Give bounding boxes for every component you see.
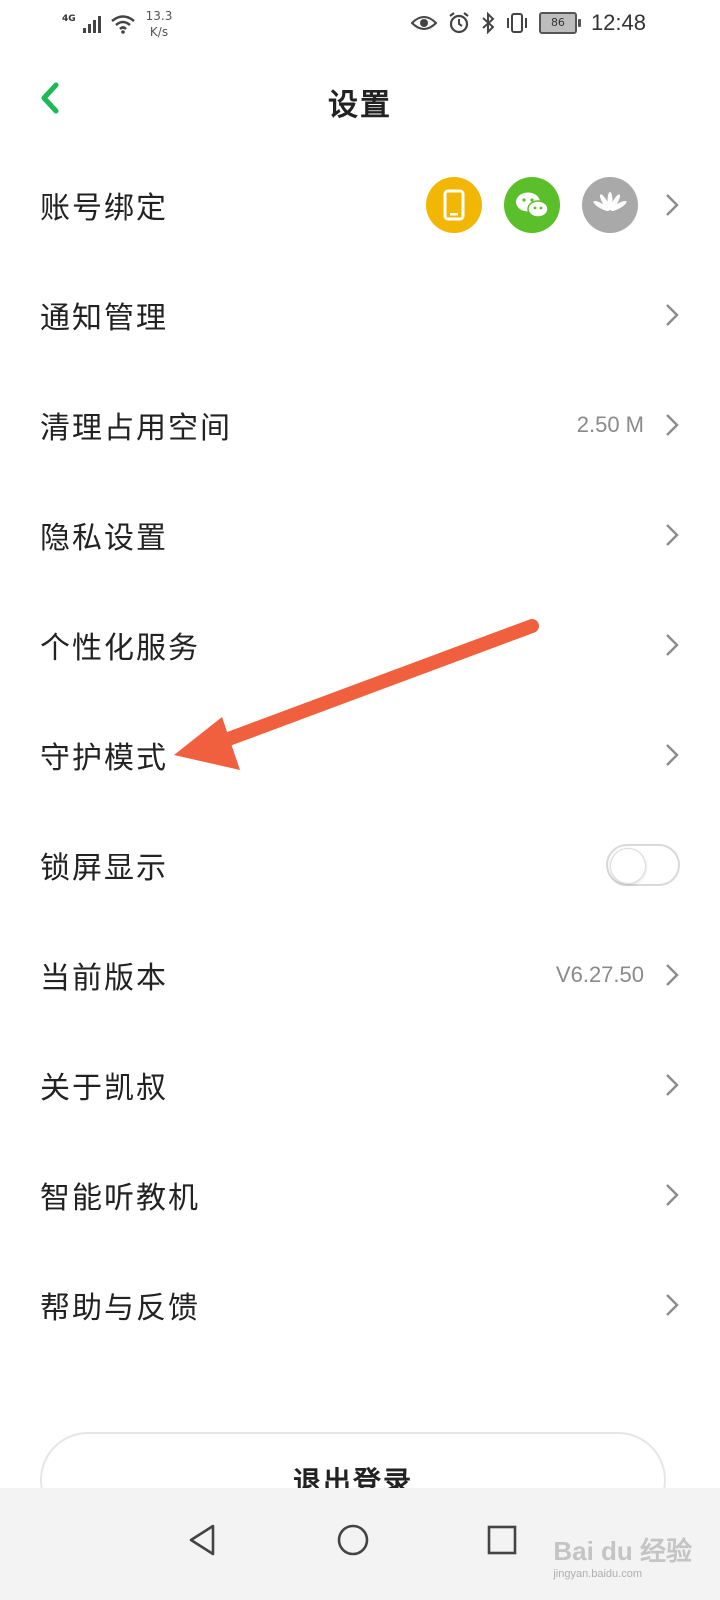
annotation-arrow — [174, 619, 539, 770]
